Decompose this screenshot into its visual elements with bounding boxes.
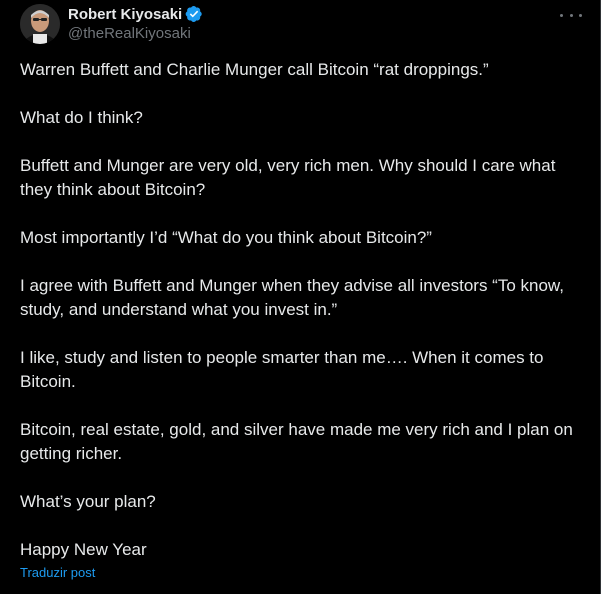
translate-post-link[interactable]: Traduzir post	[20, 565, 95, 580]
tweet-paragraph: Buffett and Munger are very old, very ri…	[20, 156, 556, 199]
tweet-paragraph: I like, study and listen to people smart…	[20, 348, 544, 391]
author-names: Robert Kiyosaki @theRealKiyosaki	[68, 4, 203, 44]
tweet-paragraph: Bitcoin, real estate, gold, and silver h…	[20, 420, 573, 463]
author-display-name[interactable]: Robert Kiyosaki	[68, 6, 182, 23]
more-dot-icon	[569, 13, 573, 17]
avatar-portrait-icon	[20, 4, 60, 44]
tweet-paragraph: What’s your plan?	[20, 492, 156, 511]
tweet-text: Warren Buffett and Charlie Munger call B…	[20, 58, 590, 562]
more-dot-icon	[579, 13, 582, 17]
tweet-header: Robert Kiyosaki @theRealKiyosaki	[20, 4, 203, 44]
tweet-paragraph: Happy New Year	[20, 540, 147, 559]
tweet-paragraph: I agree with Buffett and Munger when the…	[20, 276, 564, 319]
author-avatar[interactable]	[20, 4, 60, 44]
author-handle[interactable]: @theRealKiyosaki	[68, 24, 203, 44]
more-dot-icon	[560, 13, 563, 17]
tweet-card: Robert Kiyosaki @theRealKiyosaki Warren …	[0, 0, 601, 594]
tweet-paragraph: Warren Buffett and Charlie Munger call B…	[20, 60, 489, 79]
tweet-paragraph: What do I think?	[20, 108, 143, 127]
more-options-button[interactable]	[560, 6, 582, 24]
verified-badge-icon[interactable]	[185, 5, 203, 23]
tweet-paragraph: Most importantly I’d “What do you think …	[20, 228, 432, 247]
